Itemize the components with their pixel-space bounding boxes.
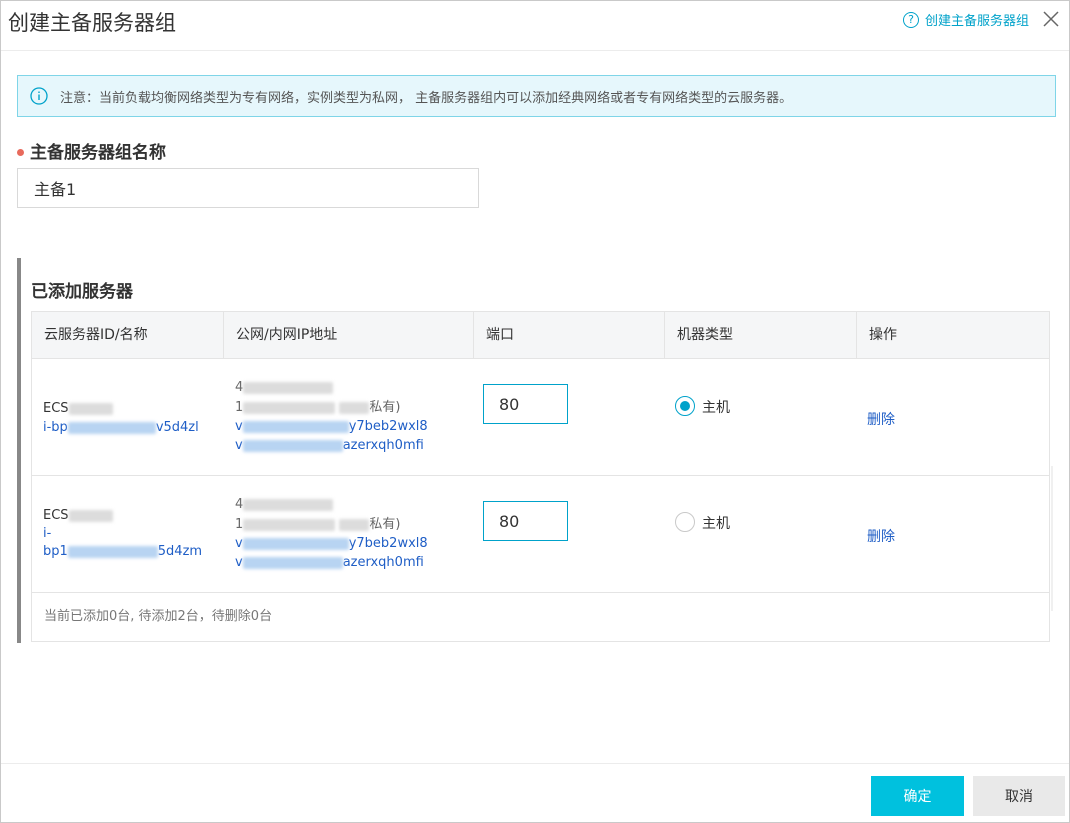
primary-radio-label: 主机 — [702, 400, 730, 416]
table-row: ECS i- bp1 5d4zm 4 1 私有) v y7beb2wxl8 v aze… — [32, 476, 1049, 593]
help-link-label: 创建主备服务器组 — [924, 14, 1029, 29]
machine-type-cell: 主机 — [665, 476, 857, 592]
question-circle-icon: ? — [902, 11, 919, 28]
port-input[interactable] — [483, 501, 568, 541]
vpc-link[interactable]: v y7beb2wxl8 — [235, 535, 428, 553]
server-ip-cell: 4 1 私有) v y7beb2wxl8 v azerxqh0mfi — [224, 359, 474, 475]
server-id-link[interactable]: i- — [43, 525, 51, 543]
actions-cell: 删除 — [857, 476, 1049, 592]
info-circle-icon — [30, 87, 48, 105]
added-servers-section: 已添加服务器 云服务器ID/名称 公网/内网IP地址 端口 机器类型 操作 EC… — [17, 258, 1050, 643]
dialog-title: 创建主备服务器组 — [8, 11, 176, 35]
column-header-actions: 操作 — [869, 327, 897, 343]
dialog-footer: 确定 取消 — [1, 763, 1069, 822]
table-row: ECS i-bp v5d4zl 4 1 私有) v y7beb2wxl8 v azer… — [32, 359, 1049, 476]
ip-line: 1 私有) — [235, 400, 401, 415]
delete-link[interactable]: 删除 — [867, 409, 895, 429]
server-name: ECS — [43, 508, 113, 523]
network-notice: 注意：当前负载均衡网络类型为专有网络，实例类型为私网， 主备服务器组内可以添加经… — [17, 75, 1056, 117]
table-header: 云服务器ID/名称 公网/内网IP地址 端口 机器类型 操作 — [32, 312, 1049, 359]
scrollbar-track[interactable] — [1051, 466, 1053, 611]
create-primary-backup-group-dialog: 创建主备服务器组 ? 创建主备服务器组 注意：当前负载均衡网络类型为专有网络，实… — [0, 0, 1070, 823]
column-header-ip: 公网/内网IP地址 — [224, 312, 474, 358]
ip-line: 1 私有) — [235, 517, 401, 532]
server-id-link[interactable]: bp1 5d4zm — [43, 543, 202, 561]
required-marker — [17, 149, 24, 156]
help-link[interactable]: ? 创建主备服务器组 — [902, 10, 1029, 29]
actions-cell: 删除 — [857, 359, 1049, 475]
vswitch-link[interactable]: v azerxqh0mfi — [235, 554, 424, 572]
group-name-label: 主备服务器组名称 — [30, 143, 166, 163]
column-header-machine-type: 机器类型 — [665, 312, 857, 358]
column-header-port: 端口 — [474, 312, 665, 358]
server-id-cell: ECS i-bp v5d4zl — [32, 359, 224, 475]
machine-type-cell: 主机 — [665, 359, 857, 475]
primary-radio-label: 主机 — [702, 516, 730, 532]
close-icon[interactable] — [1041, 9, 1061, 29]
group-name-input[interactable] — [17, 168, 479, 208]
vswitch-link[interactable]: v azerxqh0mfi — [235, 437, 424, 455]
server-id-cell: ECS i- bp1 5d4zm — [32, 476, 224, 592]
port-cell — [474, 476, 665, 592]
server-name: ECS — [43, 401, 113, 416]
ip-line: 4 — [235, 496, 334, 514]
servers-table: 云服务器ID/名称 公网/内网IP地址 端口 机器类型 操作 ECS i-bp v… — [31, 311, 1050, 642]
dialog-header: 创建主备服务器组 ? 创建主备服务器组 — [1, 1, 1069, 51]
delete-link[interactable]: 删除 — [867, 526, 895, 546]
confirm-button[interactable]: 确定 — [871, 776, 964, 816]
primary-radio[interactable] — [675, 396, 695, 416]
column-header-id: 云服务器ID/名称 — [32, 312, 224, 358]
added-servers-title: 已添加服务器 — [31, 282, 133, 302]
cancel-button[interactable]: 取消 — [973, 776, 1065, 816]
server-ip-cell: 4 1 私有) v y7beb2wxl8 v azerxqh0mfi — [224, 476, 474, 592]
vpc-link[interactable]: v y7beb2wxl8 — [235, 418, 428, 436]
port-cell — [474, 359, 665, 475]
server-id-link[interactable]: i-bp v5d4zl — [43, 419, 199, 437]
port-input[interactable] — [483, 384, 568, 424]
ip-line: 4 — [235, 379, 334, 397]
servers-summary: 当前已添加0台, 待添加2台，待删除0台 — [44, 609, 273, 624]
primary-radio[interactable] — [675, 512, 695, 532]
notice-text: 注意：当前负载均衡网络类型为专有网络，实例类型为私网， 主备服务器组内可以添加经… — [60, 90, 793, 106]
